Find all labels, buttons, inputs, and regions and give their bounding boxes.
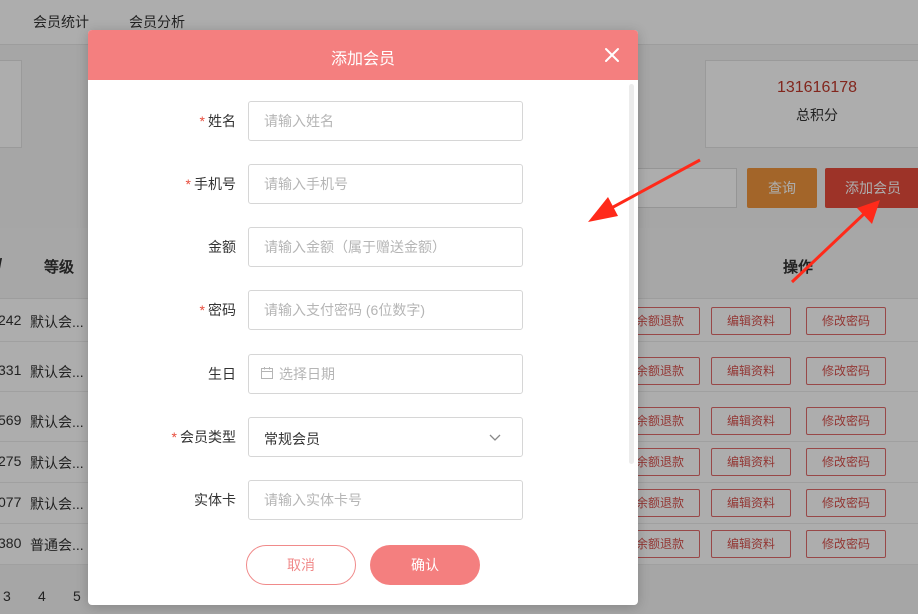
name-field[interactable] (248, 101, 523, 141)
dialog-title: 添加会员 (330, 51, 395, 68)
name-input[interactable] (249, 102, 522, 140)
birthday-input[interactable] (249, 355, 522, 393)
name-label: * 姓名 (199, 113, 236, 129)
close-icon[interactable] (600, 43, 624, 67)
member-type-value: 常规会员 (264, 431, 320, 447)
cancel-button[interactable]: 取消 (246, 545, 356, 585)
required-mark: * (199, 113, 205, 129)
phone-label: * 手机号 (185, 176, 236, 192)
password-field[interactable] (248, 290, 523, 330)
dialog-scrollbar[interactable] (629, 84, 634, 464)
phone-input[interactable] (249, 165, 522, 203)
card-input[interactable] (249, 481, 522, 519)
phone-field[interactable] (248, 164, 523, 204)
add-member-dialog: 添加会员 *姓名 *手机号 金额 *密码 生日 *会员类型 常规会员 (88, 30, 638, 605)
confirm-button[interactable]: 确认 (370, 545, 480, 585)
birthday-date-picker[interactable] (248, 354, 523, 394)
amount-field[interactable] (248, 227, 523, 267)
chevron-down-icon (489, 434, 501, 441)
birthday-label: 生日 (208, 366, 236, 382)
card-field[interactable] (248, 480, 523, 520)
member-type-label: * 会员类型 (171, 429, 236, 445)
dialog-header: 添加会员 (88, 30, 638, 80)
required-mark: * (199, 302, 205, 318)
member-type-select[interactable]: 常规会员 (248, 417, 523, 457)
required-mark: * (171, 429, 177, 445)
amount-input[interactable] (249, 228, 522, 266)
password-label: * 密码 (199, 302, 236, 318)
required-mark: * (185, 176, 191, 192)
password-input[interactable] (249, 291, 522, 329)
amount-label: 金额 (208, 239, 236, 255)
card-label: 实体卡 (194, 492, 236, 508)
